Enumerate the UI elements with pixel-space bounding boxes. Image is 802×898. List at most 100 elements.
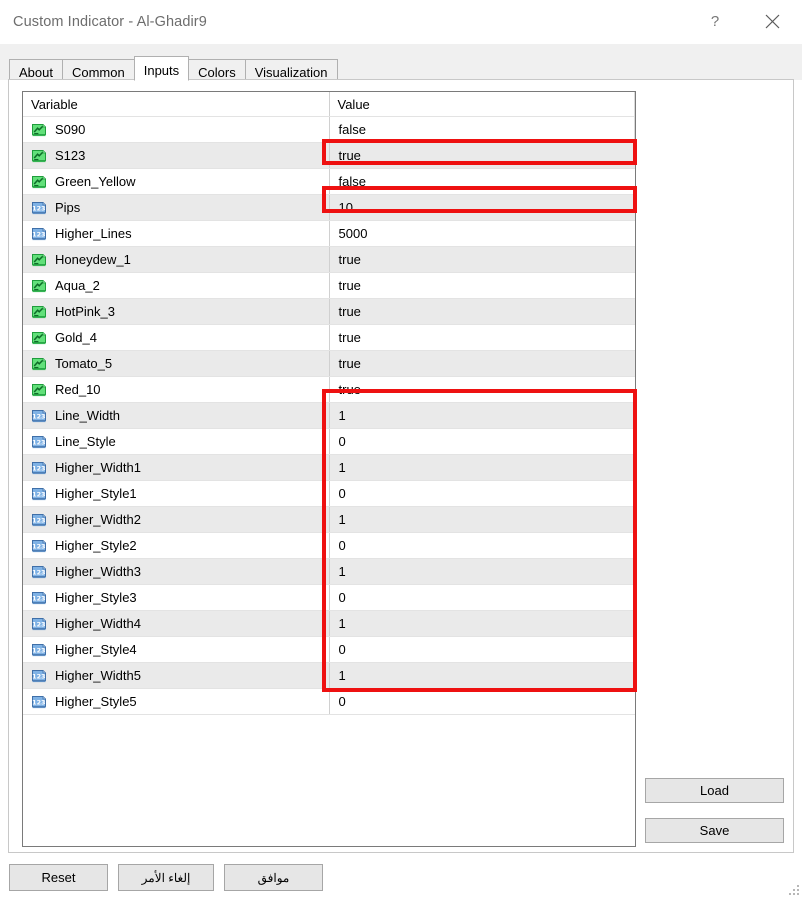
vertical-scrollbar[interactable] bbox=[634, 92, 635, 148]
table-row[interactable]: S090 false bbox=[23, 117, 635, 143]
tab-inputs[interactable]: Inputs bbox=[134, 56, 189, 81]
value-cell[interactable]: true bbox=[329, 377, 635, 403]
variable-name: Pips bbox=[55, 200, 80, 215]
value-cell[interactable]: true bbox=[329, 325, 635, 351]
value-text: true bbox=[339, 382, 361, 397]
svg-text:123: 123 bbox=[32, 542, 45, 550]
table-row[interactable]: Honeydew_1true bbox=[23, 247, 635, 273]
variable-cell: HotPink_3 bbox=[23, 299, 329, 325]
variable-name: Higher_Width1 bbox=[55, 460, 141, 475]
reset-button-label: Reset bbox=[42, 870, 76, 885]
table-row[interactable]: 123Higher_Style30 bbox=[23, 585, 635, 611]
reset-button[interactable]: Reset bbox=[9, 864, 108, 891]
tab-common[interactable]: Common bbox=[62, 59, 135, 80]
save-button-label: Save bbox=[700, 823, 730, 838]
load-button[interactable]: Load bbox=[645, 778, 784, 803]
value-cell[interactable]: 1 bbox=[329, 663, 635, 689]
value-cell[interactable]: 0 bbox=[329, 533, 635, 559]
svg-text:123: 123 bbox=[32, 698, 45, 706]
value-cell[interactable]: 1 bbox=[329, 455, 635, 481]
integer-icon: 123 bbox=[31, 668, 47, 684]
table-row[interactable]: 123Higher_Style20 bbox=[23, 533, 635, 559]
table-row[interactable]: 123Higher_Style10 bbox=[23, 481, 635, 507]
value-cell[interactable]: 0 bbox=[329, 481, 635, 507]
tab-colors[interactable]: Colors bbox=[188, 59, 246, 80]
svg-text:123: 123 bbox=[32, 620, 45, 628]
variable-name: Aqua_2 bbox=[55, 278, 100, 293]
svg-text:123: 123 bbox=[32, 516, 45, 524]
value-cell[interactable]: true bbox=[329, 299, 635, 325]
value-text: 1 bbox=[339, 408, 346, 423]
tab-visualization[interactable]: Visualization bbox=[245, 59, 338, 80]
value-cell[interactable]: 1 bbox=[329, 403, 635, 429]
variable-name: Higher_Style5 bbox=[55, 694, 137, 709]
table-row[interactable]: Green_Yellowfalse bbox=[23, 169, 635, 195]
table-row[interactable]: 123 Higher_Width5 1 bbox=[23, 663, 635, 689]
value-text: 0 bbox=[339, 486, 346, 501]
table-row[interactable]: 123Line_Style0 bbox=[23, 429, 635, 455]
table-row[interactable]: 123Higher_Style40 bbox=[23, 637, 635, 663]
help-button[interactable]: ? bbox=[692, 0, 738, 43]
inputs-table-container: Variable Value S090falseS123trueGreen_Ye… bbox=[22, 91, 636, 847]
value-text: 0 bbox=[339, 538, 346, 553]
bool-icon bbox=[31, 174, 47, 190]
value-text: false bbox=[339, 122, 366, 137]
table-row[interactable]: Aqua_2 true bbox=[23, 273, 635, 299]
variable-name: Higher_Style4 bbox=[55, 642, 137, 657]
value-cell[interactable]: 1 bbox=[329, 507, 635, 533]
table-row[interactable]: 123 Pips 10 bbox=[23, 195, 635, 221]
table-row[interactable]: Red_10true bbox=[23, 377, 635, 403]
variable-name: Higher_Width5 bbox=[55, 668, 141, 683]
value-cell[interactable]: 0 bbox=[329, 637, 635, 663]
value-cell[interactable]: 0 bbox=[329, 689, 635, 715]
value-cell[interactable]: false bbox=[329, 117, 635, 143]
variable-cell: 123 Higher_Width2 bbox=[23, 507, 329, 533]
variable-name: Higher_Width2 bbox=[55, 512, 141, 527]
tab-about[interactable]: About bbox=[9, 59, 63, 80]
svg-text:123: 123 bbox=[32, 204, 45, 212]
svg-text:123: 123 bbox=[32, 490, 45, 498]
variable-cell: 123Higher_Lines bbox=[23, 221, 329, 247]
value-cell[interactable]: true bbox=[329, 351, 635, 377]
value-text: 10 bbox=[339, 200, 353, 215]
table-row[interactable]: HotPink_3true bbox=[23, 299, 635, 325]
table-row[interactable]: 123Higher_Width3 1 bbox=[23, 559, 635, 585]
resize-grip-icon[interactable] bbox=[789, 885, 799, 895]
value-cell[interactable]: false bbox=[329, 169, 635, 195]
cancel-button[interactable]: إلغاء الأمر bbox=[118, 864, 214, 891]
value-cell[interactable]: 1 bbox=[329, 611, 635, 637]
bool-icon bbox=[31, 278, 47, 294]
close-button[interactable] bbox=[749, 0, 795, 43]
tab-list: AboutCommonInputsColorsVisualization bbox=[9, 56, 337, 80]
table-row[interactable]: 123Higher_Lines5000 bbox=[23, 221, 635, 247]
ok-button[interactable]: موافق bbox=[224, 864, 323, 891]
value-cell[interactable]: 10 bbox=[329, 195, 635, 221]
variable-cell: Honeydew_1 bbox=[23, 247, 329, 273]
variable-cell: S090 bbox=[23, 117, 329, 143]
table-row[interactable]: Tomato_5true bbox=[23, 351, 635, 377]
save-button[interactable]: Save bbox=[645, 818, 784, 843]
variable-cell: Aqua_2 bbox=[23, 273, 329, 299]
variable-cell: 123Higher_Width3 bbox=[23, 559, 329, 585]
table-row[interactable]: 123 Line_Width 1 bbox=[23, 403, 635, 429]
table-row[interactable]: Gold_4true bbox=[23, 325, 635, 351]
table-row[interactable]: S123true bbox=[23, 143, 635, 169]
table-row[interactable]: 123 Higher_Width1 1 bbox=[23, 455, 635, 481]
value-cell[interactable]: true bbox=[329, 247, 635, 273]
svg-text:123: 123 bbox=[32, 672, 45, 680]
value-text: 1 bbox=[339, 564, 346, 579]
value-text: 1 bbox=[339, 616, 346, 631]
table-row[interactable]: 123Higher_Width41 bbox=[23, 611, 635, 637]
value-cell[interactable]: true bbox=[329, 273, 635, 299]
integer-icon: 123 bbox=[31, 408, 47, 424]
value-cell[interactable]: 5000 bbox=[329, 221, 635, 247]
table-row[interactable]: 123 Higher_Width2 1 bbox=[23, 507, 635, 533]
value-cell[interactable]: 1 bbox=[329, 559, 635, 585]
value-cell[interactable]: 0 bbox=[329, 429, 635, 455]
value-cell[interactable]: true bbox=[329, 143, 635, 169]
value-cell[interactable]: 0 bbox=[329, 585, 635, 611]
table-row[interactable]: 123 Higher_Style5 0 bbox=[23, 689, 635, 715]
integer-icon: 123 bbox=[31, 460, 47, 476]
variable-name: Line_Width bbox=[55, 408, 120, 423]
variable-name: S090 bbox=[55, 122, 85, 137]
